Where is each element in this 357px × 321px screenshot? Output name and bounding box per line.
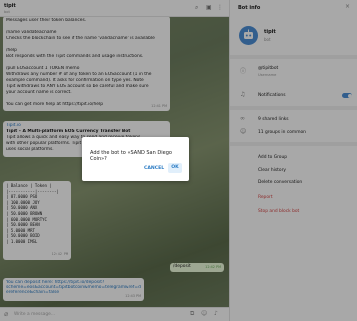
ok-button[interactable]: OK: [168, 163, 182, 173]
cancel-button[interactable]: CANCEL: [144, 166, 164, 171]
dialog-message: Add the bot to «SAND San Diego Coin»?: [90, 150, 172, 162]
add-bot-dialog: Add the bot to «SAND San Diego Coin»? CA…: [82, 137, 189, 181]
